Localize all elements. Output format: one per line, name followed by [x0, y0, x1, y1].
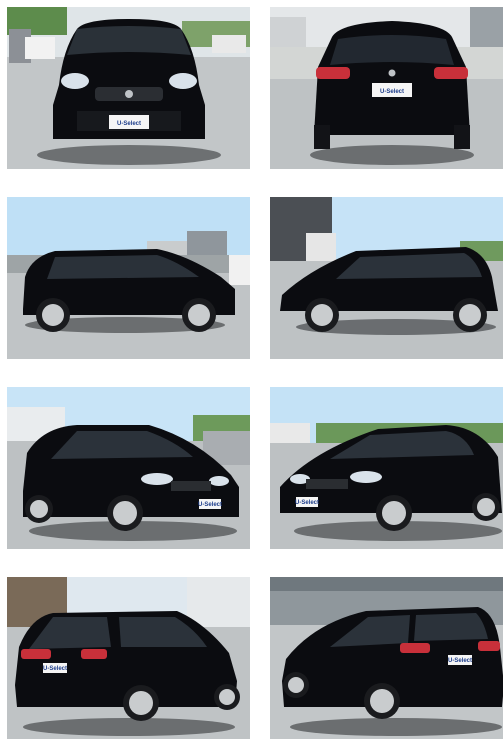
rear-plate: U-Select — [380, 89, 404, 95]
front-quarter-right-plate: U-Select — [295, 500, 319, 506]
photo-side-right[interactable] — [270, 197, 503, 359]
front-quarter-left-plate: U-Select — [198, 502, 222, 508]
photo-rear-quarter-left[interactable]: U-Select — [7, 577, 250, 739]
rear-quarter-right-plate: U-Select — [448, 658, 472, 664]
photo-rear[interactable]: U-Select — [270, 7, 503, 169]
photo-front[interactable]: U-Select — [7, 7, 250, 169]
side-left-view-image — [7, 197, 250, 359]
rear-quarter-left-plate: U-Select — [43, 666, 67, 672]
rear-quarter-right-view-image: U-Select — [270, 577, 503, 739]
front-plate: U-Select — [117, 121, 141, 127]
front-view-image: U-Select — [7, 7, 250, 169]
front-quarter-right-view-image: U-Select — [270, 387, 503, 549]
front-quarter-left-view-image: U-Select — [7, 387, 250, 549]
photo-rear-quarter-right[interactable]: U-Select — [270, 577, 503, 739]
photo-front-quarter-left[interactable]: U-Select — [7, 387, 250, 549]
rear-quarter-left-view-image: U-Select — [7, 577, 250, 739]
photo-front-quarter-right[interactable]: U-Select — [270, 387, 503, 549]
side-right-view-image — [270, 197, 503, 359]
rear-view-image: U-Select — [270, 7, 503, 169]
photo-side-left[interactable] — [7, 197, 250, 359]
